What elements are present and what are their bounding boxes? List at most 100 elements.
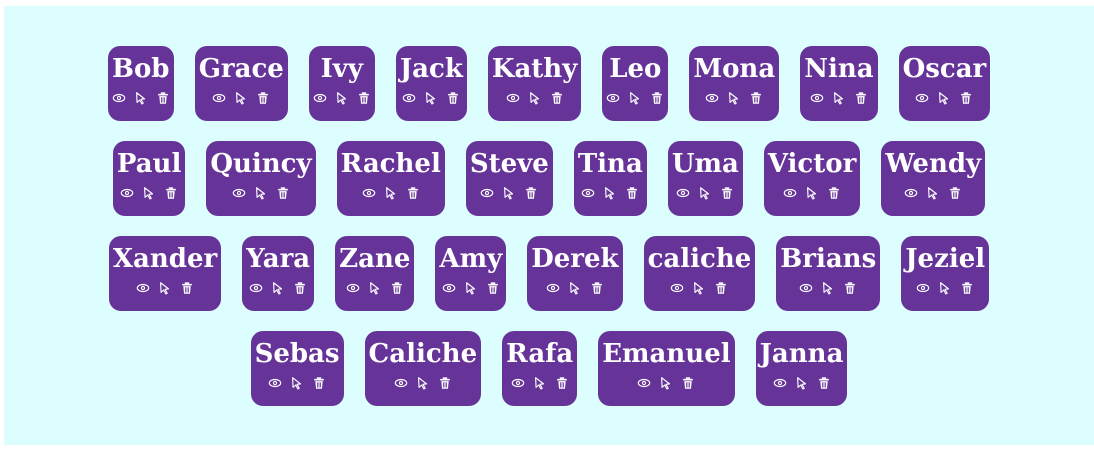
cursor-arrow-icon[interactable] xyxy=(805,186,819,200)
eye-icon[interactable] xyxy=(120,186,134,200)
eye-icon[interactable] xyxy=(915,91,929,105)
cursor-arrow-icon[interactable] xyxy=(142,186,156,200)
cursor-arrow-icon[interactable] xyxy=(424,91,438,105)
trash-icon[interactable] xyxy=(293,281,307,295)
cursor-arrow-icon[interactable] xyxy=(698,186,712,200)
eye-icon[interactable] xyxy=(394,376,408,390)
cursor-arrow-icon[interactable] xyxy=(464,281,478,295)
trash-icon[interactable] xyxy=(843,281,857,295)
cursor-arrow-icon[interactable] xyxy=(134,91,148,105)
trash-icon[interactable] xyxy=(312,376,326,390)
eye-icon[interactable] xyxy=(136,281,150,295)
eye-icon[interactable] xyxy=(799,281,813,295)
eye-icon[interactable] xyxy=(546,281,560,295)
trash-icon[interactable] xyxy=(948,186,962,200)
eye-icon[interactable] xyxy=(637,376,651,390)
cursor-arrow-icon[interactable] xyxy=(158,281,172,295)
cursor-arrow-icon[interactable] xyxy=(821,281,835,295)
person-card[interactable]: Xander xyxy=(108,236,222,311)
person-card[interactable]: Tina xyxy=(573,141,647,216)
eye-icon[interactable] xyxy=(346,281,360,295)
trash-icon[interactable] xyxy=(625,186,639,200)
person-card[interactable]: Zane xyxy=(335,236,415,311)
person-card[interactable]: Amy xyxy=(435,236,507,311)
person-card[interactable]: Ivy xyxy=(308,46,375,121)
cursor-arrow-icon[interactable] xyxy=(290,376,304,390)
eye-icon[interactable] xyxy=(442,281,456,295)
person-card[interactable]: Paul xyxy=(112,141,186,216)
cursor-arrow-icon[interactable] xyxy=(416,376,430,390)
cursor-arrow-icon[interactable] xyxy=(335,91,349,105)
cursor-arrow-icon[interactable] xyxy=(937,91,951,105)
cursor-arrow-icon[interactable] xyxy=(795,376,809,390)
eye-icon[interactable] xyxy=(670,281,684,295)
cursor-arrow-icon[interactable] xyxy=(533,376,547,390)
person-card[interactable]: Mona xyxy=(689,46,780,121)
trash-icon[interactable] xyxy=(681,376,695,390)
person-card[interactable]: Grace xyxy=(194,46,288,121)
person-card[interactable]: Leo xyxy=(602,46,669,121)
cursor-arrow-icon[interactable] xyxy=(254,186,268,200)
trash-icon[interactable] xyxy=(749,91,763,105)
person-card[interactable]: Bob xyxy=(107,46,174,121)
cursor-arrow-icon[interactable] xyxy=(502,186,516,200)
cursor-arrow-icon[interactable] xyxy=(234,91,248,105)
person-card[interactable]: Uma xyxy=(667,141,743,216)
eye-icon[interactable] xyxy=(916,281,930,295)
trash-icon[interactable] xyxy=(406,186,420,200)
person-card[interactable]: Kathy xyxy=(487,46,582,121)
cursor-arrow-icon[interactable] xyxy=(727,91,741,105)
person-card[interactable]: Rachel xyxy=(336,141,445,216)
person-card[interactable]: Quincy xyxy=(206,141,316,216)
trash-icon[interactable] xyxy=(486,281,500,295)
person-card[interactable]: Caliche xyxy=(364,331,482,406)
cursor-arrow-icon[interactable] xyxy=(568,281,582,295)
eye-icon[interactable] xyxy=(506,91,520,105)
eye-icon[interactable] xyxy=(581,186,595,200)
trash-icon[interactable] xyxy=(720,186,734,200)
trash-icon[interactable] xyxy=(854,91,868,105)
eye-icon[interactable] xyxy=(232,186,246,200)
trash-icon[interactable] xyxy=(524,186,538,200)
cursor-arrow-icon[interactable] xyxy=(368,281,382,295)
eye-icon[interactable] xyxy=(480,186,494,200)
trash-icon[interactable] xyxy=(276,186,290,200)
trash-icon[interactable] xyxy=(650,91,664,105)
trash-icon[interactable] xyxy=(714,281,728,295)
cursor-arrow-icon[interactable] xyxy=(528,91,542,105)
eye-icon[interactable] xyxy=(313,91,327,105)
person-card[interactable]: Oscar xyxy=(898,46,991,121)
trash-icon[interactable] xyxy=(960,281,974,295)
person-card[interactable]: Sebas xyxy=(250,331,344,406)
person-card[interactable]: Janna xyxy=(755,331,848,406)
trash-icon[interactable] xyxy=(827,186,841,200)
person-card[interactable]: caliche xyxy=(643,236,756,311)
cursor-arrow-icon[interactable] xyxy=(628,91,642,105)
cursor-arrow-icon[interactable] xyxy=(271,281,285,295)
cursor-arrow-icon[interactable] xyxy=(384,186,398,200)
eye-icon[interactable] xyxy=(511,376,525,390)
person-card[interactable]: Nina xyxy=(800,46,878,121)
trash-icon[interactable] xyxy=(164,186,178,200)
cursor-arrow-icon[interactable] xyxy=(926,186,940,200)
trash-icon[interactable] xyxy=(446,91,460,105)
trash-icon[interactable] xyxy=(438,376,452,390)
trash-icon[interactable] xyxy=(180,281,194,295)
eye-icon[interactable] xyxy=(249,281,263,295)
eye-icon[interactable] xyxy=(676,186,690,200)
trash-icon[interactable] xyxy=(550,91,564,105)
eye-icon[interactable] xyxy=(705,91,719,105)
person-card[interactable]: Jack xyxy=(395,46,467,121)
person-card[interactable]: Derek xyxy=(527,236,623,311)
person-card[interactable]: Brians xyxy=(776,236,881,311)
trash-icon[interactable] xyxy=(357,91,371,105)
person-card[interactable]: Wendy xyxy=(881,141,986,216)
trash-icon[interactable] xyxy=(256,91,270,105)
eye-icon[interactable] xyxy=(904,186,918,200)
trash-icon[interactable] xyxy=(555,376,569,390)
eye-icon[interactable] xyxy=(402,91,416,105)
eye-icon[interactable] xyxy=(773,376,787,390)
trash-icon[interactable] xyxy=(590,281,604,295)
eye-icon[interactable] xyxy=(810,91,824,105)
eye-icon[interactable] xyxy=(362,186,376,200)
